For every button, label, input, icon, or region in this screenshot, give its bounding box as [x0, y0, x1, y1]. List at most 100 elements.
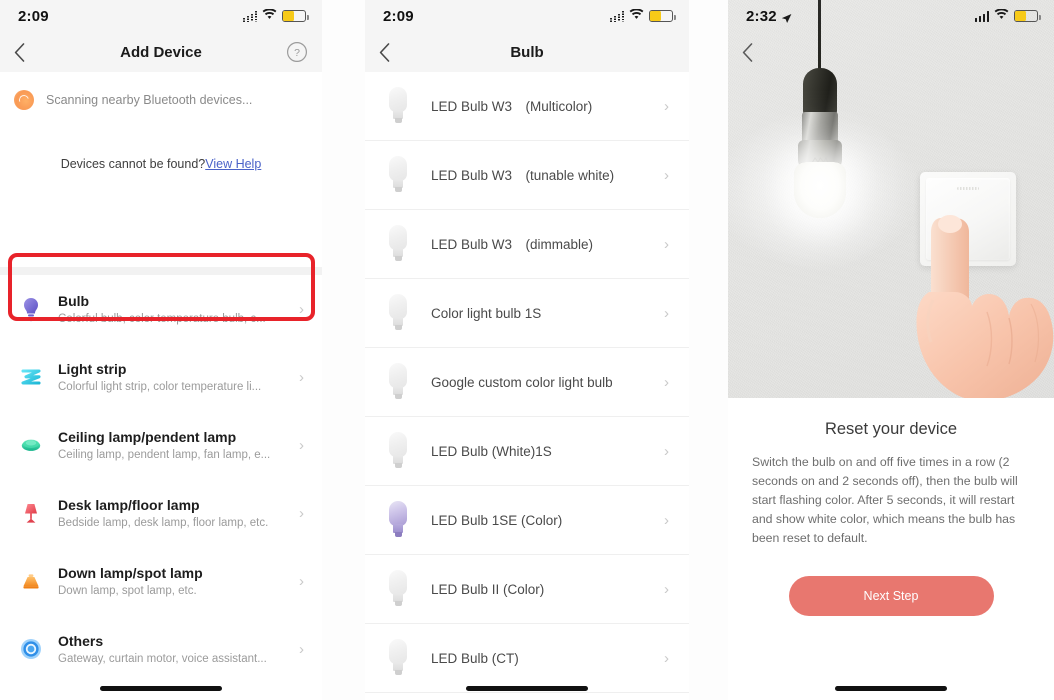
list-item-bulb-model[interactable]: LED Bulb (CT) ›	[365, 624, 689, 693]
category-text: Others Gateway, curtain motor, voice ass…	[58, 633, 285, 665]
wifi-icon	[629, 7, 644, 25]
list-item-bulb-model[interactable]: Google custom color light bulb ›	[365, 348, 689, 417]
bulb-white-icon	[387, 156, 409, 194]
not-found-label: Devices cannot be found?	[60, 157, 206, 171]
nav-bar	[728, 32, 1054, 72]
category-text: Desk lamp/floor lamp Bedside lamp, desk …	[58, 497, 285, 529]
category-title: Bulb	[58, 293, 90, 309]
hand-pressing-switch-illustration	[913, 200, 1054, 398]
page-title: Add Device	[120, 43, 202, 61]
cellular-signal-icon	[974, 10, 989, 22]
chevron-right-icon: ›	[664, 511, 669, 529]
sidebar-item-bulb[interactable]: Bulb Colorful bulb, color temperature bu…	[0, 275, 322, 343]
nav-bar: Add Device ?	[0, 32, 322, 72]
category-text: Light strip Colorful light strip, color …	[58, 361, 285, 393]
chevron-right-icon: ›	[299, 436, 304, 454]
phone-panel-reset-device: 2:32 Reset your device Switch the bulb o…	[728, 0, 1054, 700]
bulb-model-name: LED Bulb 1SE (Color)	[431, 512, 563, 528]
status-clock: 2:09	[383, 7, 414, 25]
nav-bar: Bulb	[365, 32, 689, 72]
view-help-link[interactable]: View Help	[205, 157, 261, 171]
bulb-white-icon	[387, 639, 409, 677]
battery-icon	[282, 10, 309, 22]
back-chevron-icon[interactable]	[379, 37, 405, 67]
chevron-right-icon: ›	[664, 649, 669, 667]
switch-indicator-icon	[957, 187, 979, 190]
bulb-icon	[18, 296, 44, 322]
category-text: Bulb Colorful bulb, color temperature bu…	[58, 293, 285, 325]
chevron-right-icon: ›	[664, 442, 669, 460]
category-subtitle: Gateway, curtain motor, voice assistant.…	[58, 653, 267, 665]
category-subtitle: Ceiling lamp, pendent lamp, fan lamp, e.…	[58, 449, 271, 461]
bulb-white-icon	[387, 87, 409, 125]
ceiling-lamp-icon	[18, 432, 44, 458]
bluetooth-scan-icon	[14, 90, 34, 110]
category-subtitle: Bedside lamp, desk lamp, floor lamp, etc…	[58, 517, 269, 529]
list-item-bulb-model[interactable]: LED Bulb W3 (tunable white) ›	[365, 141, 689, 210]
bulb-model-name: LED Bulb II (Color)	[431, 581, 545, 597]
list-item-bulb-model[interactable]: LED Bulb II (Color) ›	[365, 555, 689, 624]
list-item-bulb-model[interactable]: LED Bulb W3 (dimmable) ›	[365, 210, 689, 279]
wifi-icon	[262, 7, 277, 25]
category-text: Ceiling lamp/pendent lamp Ceiling lamp, …	[58, 429, 285, 461]
page-title: Bulb	[510, 43, 544, 61]
chevron-right-icon: ›	[664, 304, 669, 322]
reset-title: Reset your device	[824, 420, 958, 438]
light-strip-icon	[18, 364, 44, 390]
chevron-right-icon: ›	[664, 166, 669, 184]
status-clock: 2:09	[18, 7, 49, 25]
scan-status-block: Scanning nearby Bluetooth devices... Dev…	[0, 72, 322, 267]
category-text: Down lamp/spot lamp Down lamp, spot lamp…	[58, 565, 285, 597]
bulb-model-list: LED Bulb W3 (Multicolor) › LED Bulb W3 (…	[365, 72, 689, 693]
sidebar-item-others[interactable]: Others Gateway, curtain motor, voice ass…	[0, 615, 322, 683]
category-subtitle: Down lamp, spot lamp, etc.	[58, 585, 197, 597]
chevron-right-icon: ›	[299, 368, 304, 386]
chevron-right-icon: ›	[299, 640, 304, 658]
section-divider	[0, 267, 322, 275]
panel-gap	[689, 0, 728, 700]
bulb-white-icon	[387, 225, 409, 263]
bulb-model-name: LED Bulb W3 (Multicolor)	[431, 98, 593, 114]
battery-icon	[649, 10, 676, 22]
chevron-right-icon: ›	[299, 504, 304, 522]
category-title: Others	[58, 633, 104, 649]
home-indicator	[466, 686, 588, 691]
devices-not-found-row: Devices cannot be found?View Help	[0, 157, 322, 171]
status-bar: 2:32	[728, 0, 1054, 32]
bulb-white-icon	[387, 294, 409, 332]
sidebar-item-desk-lamp[interactable]: Desk lamp/floor lamp Bedside lamp, desk …	[0, 479, 322, 547]
bulb-model-name: LED Bulb (White)1S	[431, 443, 552, 459]
pendant-cap	[803, 68, 837, 116]
list-item-bulb-model[interactable]: LED Bulb (White)1S ›	[365, 417, 689, 486]
list-item-bulb-model[interactable]: LED Bulb W3 (Multicolor) ›	[365, 72, 689, 141]
next-step-button[interactable]: Next Step	[788, 576, 994, 617]
down-lamp-icon	[18, 568, 44, 594]
status-clock: 2:32	[746, 8, 792, 25]
sidebar-item-light-strip[interactable]: Light strip Colorful light strip, color …	[0, 343, 322, 411]
bulb-model-name: LED Bulb (CT)	[431, 650, 519, 666]
phone-panel-bulb-list: 2:09 Bulb LED Bulb W3 (Multicolor) › LED…	[365, 0, 689, 700]
back-chevron-icon[interactable]	[14, 37, 40, 67]
bulb-white-icon	[387, 432, 409, 470]
reset-body-text: Switch the bulb on and off five times in…	[752, 455, 1018, 546]
chevron-right-icon: ›	[299, 300, 304, 318]
cellular-signal-icon	[242, 10, 257, 22]
category-title: Ceiling lamp/pendent lamp	[58, 429, 237, 445]
next-step-row: Next Step	[752, 576, 1030, 617]
status-bar: 2:09	[0, 0, 322, 32]
list-item-bulb-model[interactable]: Color light bulb 1S ›	[365, 279, 689, 348]
device-category-list: Bulb Colorful bulb, color temperature bu…	[0, 275, 322, 683]
help-circle-icon[interactable]: ?	[286, 41, 308, 63]
bulb-purple-icon	[387, 501, 409, 539]
list-item-bulb-model[interactable]: LED Bulb 1SE (Color) ›	[365, 486, 689, 555]
cellular-signal-icon	[609, 10, 624, 22]
desk-lamp-icon	[18, 500, 44, 526]
sidebar-item-ceiling-lamp[interactable]: Ceiling lamp/pendent lamp Ceiling lamp, …	[0, 411, 322, 479]
status-indicators	[609, 7, 676, 25]
panel-gap	[322, 0, 365, 700]
screenshot-stage: 2:09 Add Device ? Scanning nearby Blueto…	[0, 0, 1054, 700]
sidebar-item-down-lamp[interactable]: Down lamp/spot lamp Down lamp, spot lamp…	[0, 547, 322, 615]
bulb-logo-icon	[811, 152, 829, 164]
wifi-icon	[994, 7, 1009, 25]
back-chevron-icon[interactable]	[742, 37, 768, 67]
